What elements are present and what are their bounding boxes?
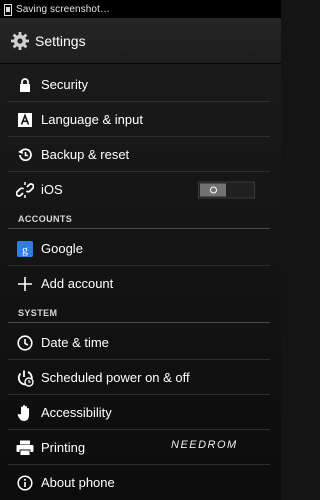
lock-icon [16, 76, 34, 94]
settings-item-ios[interactable]: iOS [0, 172, 281, 207]
section-header-accounts: ACCOUNTS [18, 214, 73, 224]
settings-item-accessibility[interactable]: Accessibility [0, 395, 281, 430]
restore-icon [16, 146, 34, 164]
toggle-off-indicator [209, 186, 217, 193]
page-title: Settings [35, 32, 86, 49]
status-text: Saving screenshot… [16, 3, 111, 15]
action-bar: Settings [0, 18, 281, 64]
settings-item-label: Accessibility [41, 405, 112, 420]
printer-icon [16, 439, 34, 457]
ios-link-icon [16, 181, 34, 199]
settings-item-label: iOS [41, 182, 63, 197]
hand-icon [16, 404, 34, 422]
settings-item-label: Google [41, 241, 83, 256]
power-clock-icon [16, 369, 34, 387]
settings-item-backup-reset[interactable]: Backup & reset [0, 137, 281, 172]
settings-item-add-account[interactable]: Add account [0, 266, 281, 301]
settings-item-language-input[interactable]: Language & input [0, 102, 281, 137]
section-divider [8, 322, 270, 323]
svg-text:g: g [22, 242, 28, 256]
settings-item-about-phone[interactable]: About phone [0, 465, 281, 500]
settings-item-security[interactable]: Security [0, 67, 281, 102]
toggle-thumb [200, 183, 226, 196]
settings-item-label: Printing [41, 440, 86, 455]
status-bar: Saving screenshot… [0, 0, 281, 18]
ios-toggle[interactable] [198, 181, 255, 198]
settings-item-label: Security [41, 77, 88, 92]
google-icon: g [16, 240, 34, 258]
section-divider [8, 228, 270, 229]
settings-item-label: About phone [41, 475, 115, 490]
info-icon [16, 474, 34, 492]
settings-item-label: Add account [41, 276, 114, 291]
svg-text:NEEDROM: NEEDROM [171, 439, 238, 451]
clock-icon [16, 334, 34, 352]
settings-item-google[interactable]: g Google [0, 231, 281, 266]
settings-list: Security Language & input Backup & reset… [0, 64, 281, 500]
section-header-system: SYSTEM [18, 308, 58, 318]
settings-item-date-time[interactable]: Date & time [0, 325, 281, 360]
settings-item-label: Scheduled power on & off [41, 370, 190, 385]
settings-item-label: Language & input [41, 112, 143, 127]
settings-item-scheduled-power[interactable]: Scheduled power on & off [0, 360, 281, 395]
watermark-logo: NEEDROM [171, 437, 256, 454]
screenshot-icon [4, 3, 12, 16]
keyboard-a-icon [16, 111, 34, 129]
settings-item-label: Backup & reset [41, 147, 130, 162]
gear-icon[interactable] [10, 31, 30, 51]
plus-icon [16, 275, 34, 293]
settings-item-label: Date & time [41, 335, 109, 350]
